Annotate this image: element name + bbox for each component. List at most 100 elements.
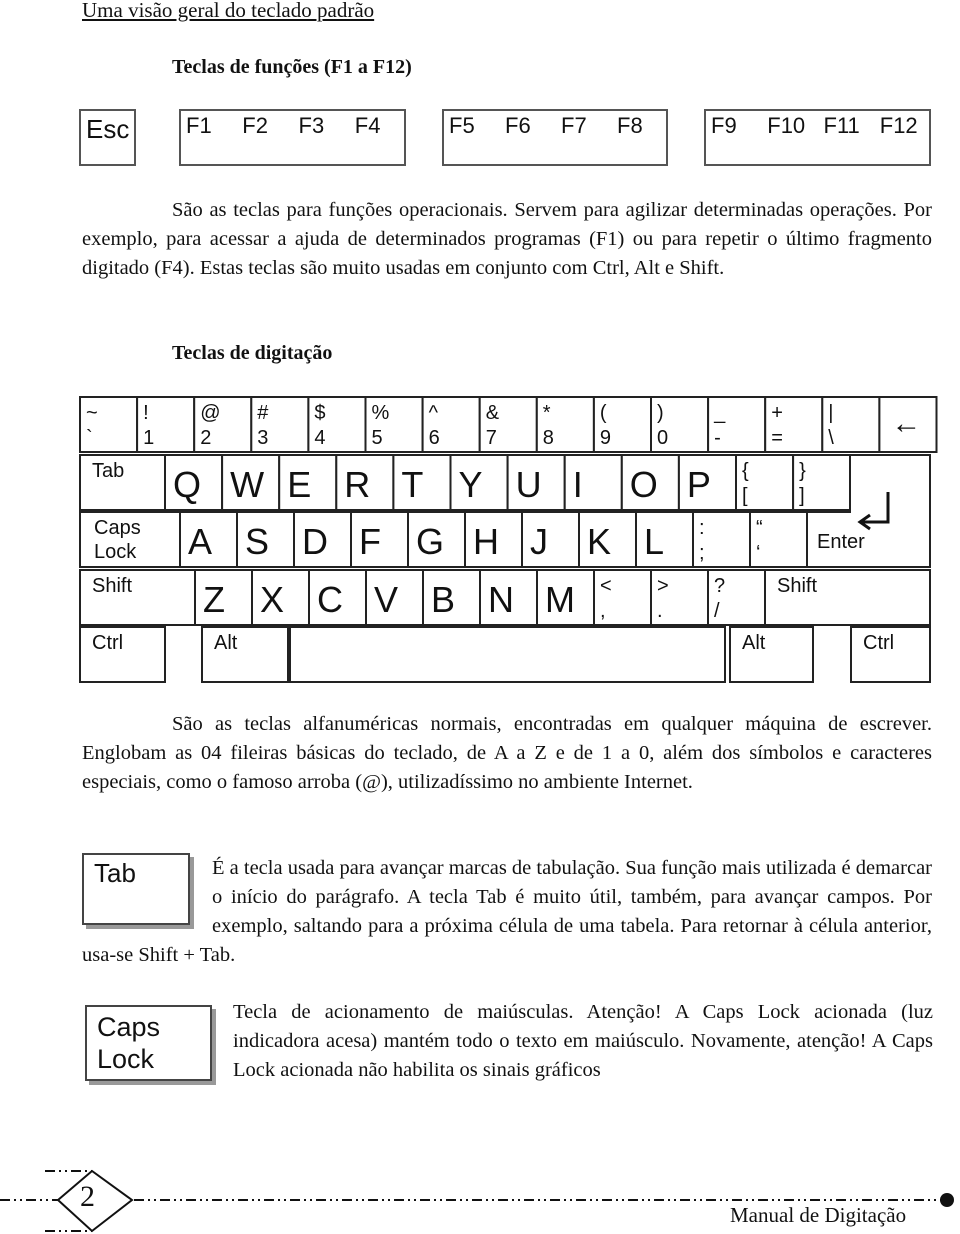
key-t-label: T (401, 464, 423, 505)
key-q-label: Q (173, 464, 201, 505)
key-ctrl-label: Ctrl (92, 632, 123, 654)
key-{-lower: [ (742, 485, 748, 507)
key-ctrl-label: Ctrl (863, 632, 894, 654)
key-|-upper: | (828, 402, 833, 424)
key-l-label: L (644, 521, 664, 562)
enter-label: Enter (817, 531, 865, 553)
key-f1: F1 (186, 113, 212, 138)
paragraph-typing-keys: São as teclas alfanuméricas normais, enc… (82, 713, 932, 793)
key-(-upper: ( (600, 402, 607, 424)
key-f2: F2 (242, 113, 268, 138)
key-v-label: V (374, 579, 398, 620)
key-alt-label: Alt (214, 632, 238, 654)
key-?-upper: ? (714, 575, 725, 597)
key-:-lower: ; (699, 542, 705, 564)
key-f10: F10 (767, 113, 805, 138)
key-@-upper: @ (200, 402, 220, 424)
key-h-label: H (473, 521, 499, 562)
key->-upper: > (657, 575, 669, 597)
key-)-lower: 0 (657, 427, 668, 449)
key-s-label: S (245, 521, 269, 562)
paragraph-caps-lock: Tecla de acionamento de maiúsculas. Aten… (233, 1001, 933, 1081)
key-j-label: J (530, 521, 548, 562)
paragraph-tab: É a tecla usada para avançar marcas de t… (82, 854, 932, 970)
key-e-label: E (287, 464, 311, 505)
key-f-label: F (359, 521, 381, 562)
key-o-label: O (630, 464, 658, 505)
key-z-label: Z (203, 579, 225, 620)
key-!-upper: ! (143, 402, 149, 424)
key-!-lower: 1 (143, 427, 154, 449)
key-f9: F9 (711, 113, 737, 138)
key-&-lower: 7 (486, 427, 497, 449)
key-y-label: Y (459, 464, 483, 505)
key-&-upper: & (486, 402, 500, 424)
key-+-upper: + (771, 402, 783, 424)
page-number: 2 (80, 1180, 95, 1213)
key-:-upper: : (699, 517, 705, 539)
key-“-upper: “ (756, 517, 763, 539)
key-f11: F11 (824, 113, 860, 138)
key-$-lower: 4 (314, 427, 325, 449)
key-r-label: R (344, 464, 370, 505)
key-m-label: M (545, 579, 575, 620)
key-}-upper: } (799, 460, 806, 482)
key-f7: F7 (561, 113, 587, 138)
caps-lock-key-image: Caps Lock (85, 1005, 212, 1081)
footer-book-title: Manual de Digitação (730, 1203, 907, 1227)
key-alt-label: Alt (742, 632, 766, 654)
key-?-lower: / (714, 600, 720, 622)
key-*-upper: * (543, 402, 551, 424)
key-p-label: P (687, 464, 711, 505)
key->-lower: . (657, 600, 663, 622)
key-*-lower: 8 (543, 427, 554, 449)
key-u-label: U (516, 464, 542, 505)
key-|-lower: \ (828, 427, 834, 449)
lock-label: Lock (94, 541, 137, 563)
key-%-lower: 5 (372, 427, 383, 449)
key-_-lower: - (714, 427, 721, 449)
key-esc: Esc (86, 114, 129, 144)
key-<-upper: < (600, 575, 612, 597)
key-#-lower: 3 (257, 427, 268, 449)
key-@-lower: 2 (200, 427, 211, 449)
key-<-lower: , (600, 600, 606, 622)
key-_-upper: _ (713, 402, 726, 424)
key-(-lower: 9 (600, 427, 611, 449)
key-f5: F5 (449, 113, 475, 138)
key-“-lower: ‘ (756, 542, 760, 564)
keyboard-illustrations: Esc F1 F2 F3 F4 F5 F6 F7 F8 F9 F10 F11 F12 ~`!1@2#3$… (79, 109, 938, 683)
key-{-upper: { (742, 460, 749, 482)
key-c-label: C (317, 579, 343, 620)
key-^-lower: 6 (429, 427, 440, 449)
key-shift-label: Shift (777, 575, 817, 597)
backspace-arrow-icon: ← (891, 407, 921, 440)
key-f12: F12 (880, 113, 918, 138)
key-f8: F8 (617, 113, 643, 138)
key-k-label: K (587, 521, 611, 562)
key-i-label: I (573, 464, 583, 505)
key-g-label: G (416, 521, 444, 562)
caps-key-label-line1: Caps (97, 1012, 161, 1042)
key-$-upper: $ (314, 402, 325, 424)
key-%-upper: % (372, 402, 390, 424)
paragraph-function-keys: São as teclas para funções operacionais.… (82, 199, 932, 279)
key-~-lower: ` (86, 427, 93, 449)
key-+-lower: = (771, 427, 783, 449)
key-b-label: B (431, 579, 455, 620)
key-)-upper: ) (657, 402, 664, 424)
key-x-label: X (260, 579, 284, 620)
typing-keys-keyboard: ~ `! 1 @2 #3 $4% 5 ^ 6 & 7 * 8 (9) 0 _ - + = | \ ← Tab Q W E R T Y U I… (79, 396, 938, 683)
section-heading-typing-keys: Teclas de digitação (172, 342, 333, 364)
key-shift-label: Shift (92, 575, 132, 597)
key-f3: F3 (299, 113, 325, 138)
key-a-label: A (188, 521, 212, 562)
key-}-lower: ] (799, 485, 805, 507)
key-^-upper: ^ (429, 402, 439, 424)
key-~-upper: ~ (86, 402, 98, 424)
key-f4: F4 (355, 113, 381, 138)
function-keys-row: Esc F1 F2 F3 F4 F5 F6 F7 F8 F9 F10 F11 F12 (79, 109, 931, 166)
caps-key-label-line2: Lock (97, 1044, 155, 1074)
key-d-label: D (302, 521, 328, 562)
key-f6: F6 (505, 113, 531, 138)
